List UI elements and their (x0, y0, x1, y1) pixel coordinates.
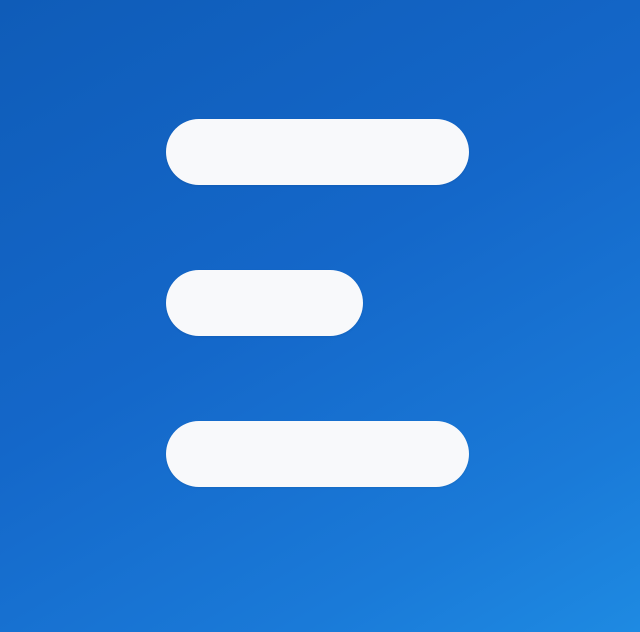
app-icon-tile[interactable] (0, 0, 640, 632)
menu-bar-top (166, 119, 469, 185)
menu-bar-middle (166, 270, 363, 336)
menu-icon (0, 0, 640, 632)
menu-bar-bottom (166, 421, 469, 487)
